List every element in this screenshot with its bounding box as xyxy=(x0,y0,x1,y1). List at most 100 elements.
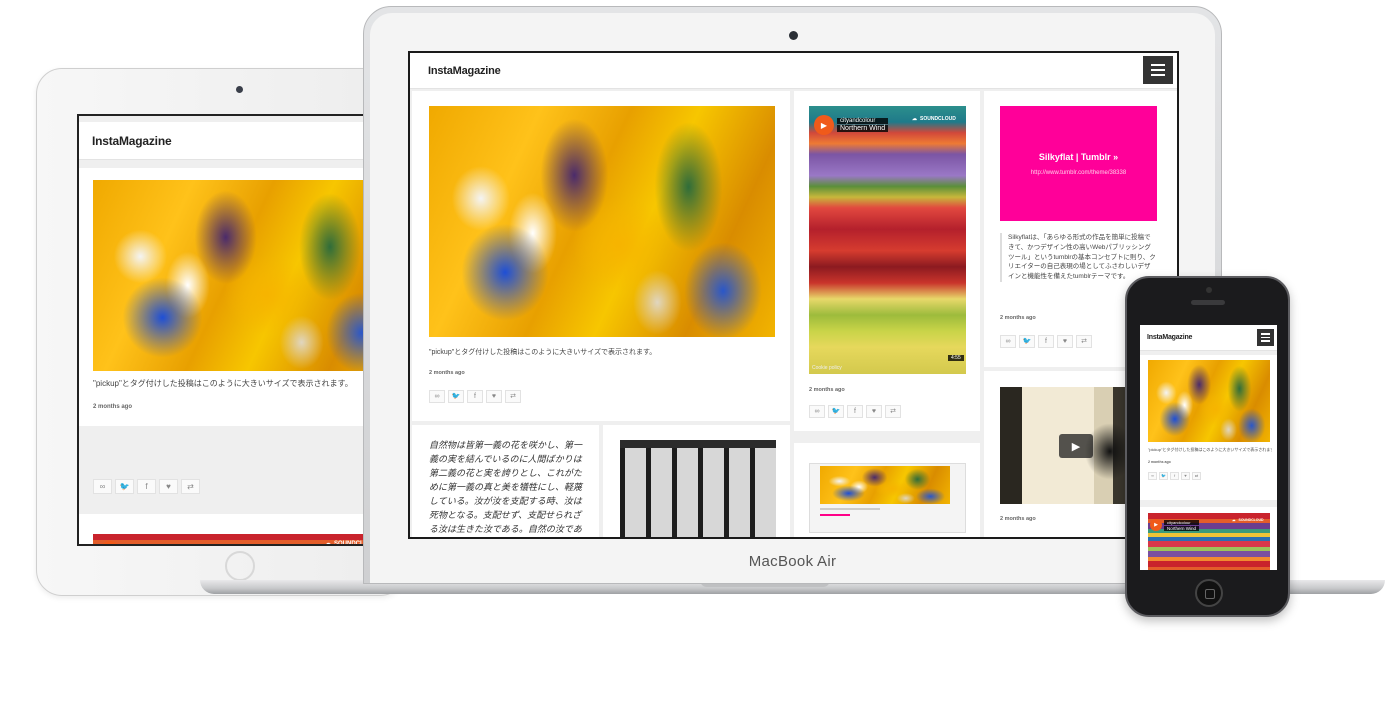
phone-camera xyxy=(1206,287,1212,293)
menu-button[interactable] xyxy=(1257,329,1274,346)
soundcloud-track-info: cityandcolour Northern Wind xyxy=(125,543,183,544)
pickup-post-image[interactable] xyxy=(1148,360,1270,442)
reblog-icon[interactable]: ⇄ xyxy=(505,390,521,403)
quote-text: 自然物は皆第一義の花を咲かし、第一義の実を結んでいるのに人間ばかりは第二義の花と… xyxy=(429,440,583,534)
facebook-icon[interactable]: f xyxy=(1170,472,1179,480)
soundcloud-duration: 4:55 xyxy=(948,355,964,361)
menu-bar xyxy=(1261,333,1270,335)
menu-button[interactable] xyxy=(1143,56,1173,84)
laptop-brand-label: MacBook Air xyxy=(748,553,837,570)
screenshot-post[interactable] xyxy=(794,443,980,537)
pickup-post-image[interactable] xyxy=(429,106,775,337)
link-post-url[interactable]: http://www.tumblr.com/theme/38338 xyxy=(1031,170,1126,176)
soundcloud-player: ▶ cityandcolour Northern Wind xyxy=(1150,519,1200,531)
pickup-post[interactable]: "pickup"とタグ付けした投稿はこのように大きいサイズで表示されます。 2 … xyxy=(79,168,407,426)
cloud-icon: ☁ xyxy=(1232,518,1236,522)
like-icon[interactable]: ♥ xyxy=(159,479,178,494)
soundcloud-brand-label: SOUNDCLOUD xyxy=(920,116,956,122)
link-icon[interactable]: ∞ xyxy=(429,390,445,403)
like-icon[interactable]: ♥ xyxy=(1181,472,1190,480)
like-icon[interactable]: ♥ xyxy=(486,390,502,403)
link-icon[interactable]: ∞ xyxy=(1148,472,1157,480)
screenshot-frame xyxy=(809,463,966,533)
twitter-icon[interactable]: 🐦 xyxy=(448,390,464,403)
soundcloud-artist[interactable]: cityandcolour xyxy=(125,543,183,544)
menu-bar xyxy=(1261,336,1270,339)
device-mockup-stage: InstaMagazine "pickup"とタグ付けした投稿はこのように大きい… xyxy=(0,0,1385,708)
tablet-screen: InstaMagazine "pickup"とタグ付けした投稿はこのように大きい… xyxy=(77,114,407,546)
screenshot-line xyxy=(820,514,850,516)
pickup-post-caption: "pickup"とタグ付けした投稿はこのように大きいサイズで表示されます。 xyxy=(93,379,353,388)
cloud-icon: ☁ xyxy=(325,541,331,546)
facebook-icon[interactable]: f xyxy=(137,479,156,494)
like-icon[interactable]: ♥ xyxy=(1057,335,1073,348)
soundcloud-post[interactable]: ▶ cityandcolour Northern Wind ☁SOUNDCLOU… xyxy=(79,514,407,546)
twitter-icon[interactable]: 🐦 xyxy=(1019,335,1035,348)
pickup-post-date[interactable]: 2 months ago xyxy=(93,404,132,410)
soundcloud-track-info: cityandcolour Northern Wind xyxy=(1164,519,1200,531)
facebook-icon[interactable]: f xyxy=(847,405,863,418)
pickup-post[interactable]: "pickup"とタグ付けした投稿はこのように大きいサイズで表示されます。 2 … xyxy=(412,91,790,421)
soundcloud-artwork xyxy=(809,106,966,374)
pickup-post-actions: ∞ 🐦 f ♥ ⇄ xyxy=(429,390,521,403)
link-post-date[interactable]: 2 months ago xyxy=(1000,315,1036,321)
play-icon[interactable]: ▶ xyxy=(1150,519,1162,531)
pickup-post-date[interactable]: 2 months ago xyxy=(1148,460,1171,464)
soundcloud-artist[interactable]: cityandcolour xyxy=(837,118,889,124)
play-icon[interactable]: ▶ xyxy=(99,541,121,544)
soundcloud-post[interactable]: ▶ cityandcolour Northern Wind ☁SOUNDCLOU… xyxy=(1140,507,1277,570)
video-post-date[interactable]: 2 months ago xyxy=(1000,516,1036,522)
pickup-post-actions: ∞ 🐦 f ♥ ⇄ xyxy=(1148,472,1201,480)
link-post-title[interactable]: Silkyflat | Tumblr » xyxy=(1039,152,1118,162)
soundcloud-artist[interactable]: cityandcolour xyxy=(1164,519,1200,525)
soundcloud-post-date[interactable]: 2 months ago xyxy=(809,387,845,393)
site-logo[interactable]: InstaMagazine xyxy=(1147,334,1192,341)
phone-home-button xyxy=(1195,579,1223,607)
cookie-policy-link[interactable]: Cookie policy xyxy=(812,365,842,371)
screenshot-image xyxy=(820,466,950,504)
quote-post[interactable]: 自然物は皆第一義の花を咲かし、第一義の実を結んでいるのに人間ばかりは第二義の花と… xyxy=(412,425,599,537)
reblog-icon[interactable]: ⇄ xyxy=(181,479,200,494)
reblog-icon[interactable]: ⇄ xyxy=(1192,472,1201,480)
like-icon[interactable]: ♥ xyxy=(866,405,882,418)
site-logo[interactable]: InstaMagazine xyxy=(92,134,172,148)
pickup-post-image[interactable] xyxy=(93,180,407,371)
link-post-banner[interactable]: Silkyflat | Tumblr » http://www.tumblr.c… xyxy=(1000,106,1157,221)
link-post-description: Silkyflatは、「あらゆる形式の作品を簡単に投稿できて、かつデザイン性の高… xyxy=(1000,233,1157,282)
laptop-camera xyxy=(789,31,798,40)
phone-screen: InstaMagazine "pickup"とタグ付けした投稿はこのように大きい… xyxy=(1140,325,1277,570)
phone-speaker xyxy=(1191,300,1225,305)
link-icon[interactable]: ∞ xyxy=(809,405,825,418)
link-icon[interactable]: ∞ xyxy=(1000,335,1016,348)
tablet-camera xyxy=(236,86,243,93)
soundcloud-player: ▶ cityandcolour Northern Wind xyxy=(814,115,889,135)
twitter-icon[interactable]: 🐦 xyxy=(1159,472,1168,480)
photo-post[interactable] xyxy=(603,425,790,537)
laptop-screen: InstaMagazine "pickup"とタグ付けした投稿はこのように大きい… xyxy=(408,51,1179,539)
pickup-post[interactable]: "pickup"とタグ付けした投稿はこのように大きいサイズで表示されます。 2 … xyxy=(1140,355,1277,500)
facebook-icon[interactable]: f xyxy=(467,390,483,403)
play-icon[interactable]: ▶ xyxy=(814,115,834,135)
soundcloud-post[interactable]: ▶ cityandcolour Northern Wind ☁SOUNDCLOU… xyxy=(794,91,980,431)
site-logo[interactable]: InstaMagazine xyxy=(428,65,501,77)
link-icon[interactable]: ∞ xyxy=(93,479,112,494)
phone-device: InstaMagazine "pickup"とタグ付けした投稿はこのように大きい… xyxy=(1125,276,1290,617)
laptop-header: InstaMagazine xyxy=(410,53,1177,89)
photo-post-image[interactable] xyxy=(620,440,776,537)
twitter-icon[interactable]: 🐦 xyxy=(115,479,134,494)
laptop-device: InstaMagazine "pickup"とタグ付けした投稿はこのように大きい… xyxy=(363,6,1222,584)
soundcloud-brand: ☁ SOUNDCLOUD xyxy=(1232,518,1264,522)
soundcloud-track[interactable]: Northern Wind xyxy=(1164,525,1200,531)
menu-bar xyxy=(1261,340,1270,342)
menu-bar xyxy=(1151,64,1165,66)
soundcloud-track[interactable]: Northern Wind xyxy=(837,125,889,132)
pickup-post-date[interactable]: 2 months ago xyxy=(429,370,465,376)
soundcloud-track-info: cityandcolour Northern Wind xyxy=(837,118,889,132)
reblog-icon[interactable]: ⇄ xyxy=(885,405,901,418)
video-play-icon[interactable]: ▶ xyxy=(1059,434,1093,458)
cloud-icon: ☁ xyxy=(912,116,917,122)
reblog-icon[interactable]: ⇄ xyxy=(1076,335,1092,348)
twitter-icon[interactable]: 🐦 xyxy=(828,405,844,418)
facebook-icon[interactable]: f xyxy=(1038,335,1054,348)
tablet-header: InstaMagazine xyxy=(79,122,407,160)
